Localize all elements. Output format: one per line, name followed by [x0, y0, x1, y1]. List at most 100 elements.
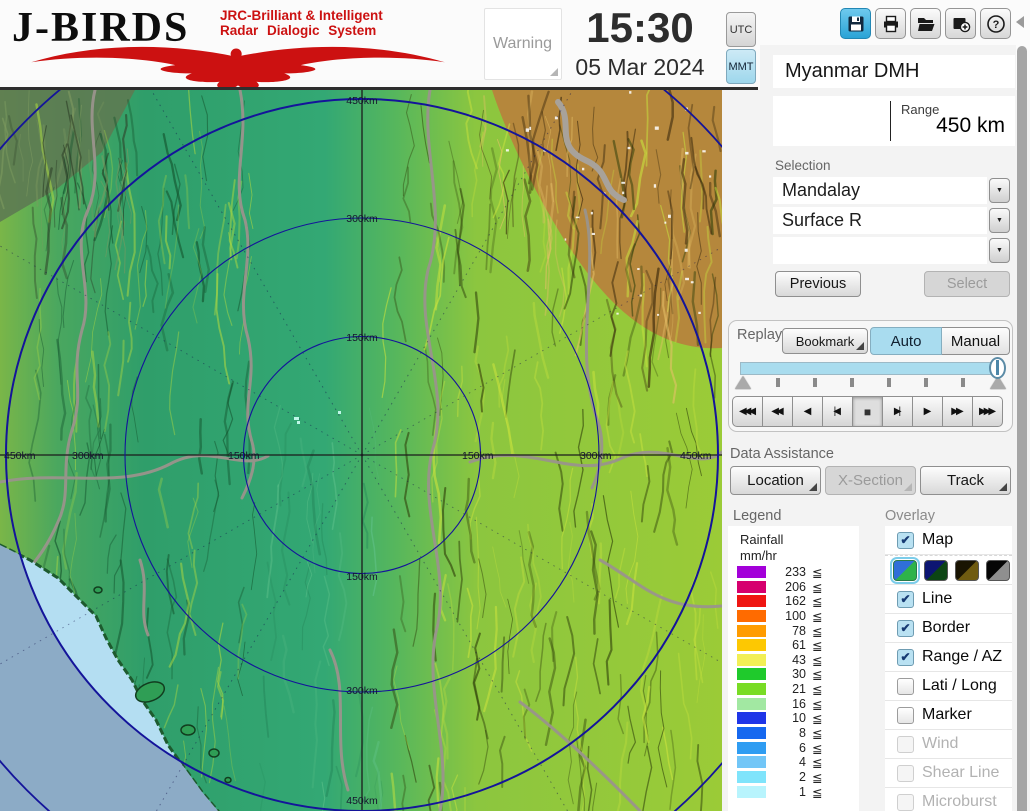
fastest-rewind-button[interactable]: ◀◀◀ [732, 396, 763, 427]
playback-controls: ◀◀◀ ◀◀ ◀ |◀ ■ ▶| ▶ ▶▶ ▶▶▶ [732, 396, 1002, 427]
open-folder-button[interactable] [910, 8, 941, 39]
overlay-item-label: Border [922, 619, 970, 637]
warning-corner-icon [550, 68, 558, 76]
x-section-button[interactable]: X-Section [825, 466, 916, 495]
replay-slider-handle[interactable] [989, 357, 1006, 379]
slider-tick [776, 378, 780, 387]
play-button[interactable]: ▶ [912, 396, 943, 427]
location-button[interactable]: Location [730, 466, 821, 495]
open-folder-icon [916, 14, 936, 34]
svg-text:150km: 150km [346, 571, 378, 583]
legend-operator: ≦ [812, 770, 822, 785]
overlay-item-shear-line[interactable]: ✔ Shear Line [885, 759, 1012, 788]
product-select[interactable]: Surface R [773, 207, 987, 234]
overlay-item-microburst[interactable]: ✔Microburst [885, 788, 1012, 811]
overlay-item-wind[interactable]: ✔Wind [885, 730, 1012, 759]
legend-value: 100 [768, 609, 806, 623]
panel-collapse-icon[interactable] [1016, 16, 1024, 28]
svg-text:300km: 300km [346, 685, 378, 697]
overlay-label: Overlay [885, 508, 935, 524]
legend-operator: ≦ [812, 726, 822, 741]
legend-swatch [737, 566, 766, 578]
checkbox-icon[interactable]: ✔ [897, 736, 914, 753]
legend-unit-line1: Rainfall [740, 532, 783, 548]
step-back-button[interactable]: |◀ [822, 396, 853, 427]
overlay-item-label: Shear Line [922, 764, 999, 782]
overlay-item-lati-long[interactable]: ✔Lati / Long [885, 672, 1012, 701]
map-style-black-gray[interactable] [986, 560, 1010, 581]
slider-tick [961, 378, 965, 387]
overlay-item-border[interactable]: ✔ Border [885, 614, 1012, 643]
extra-select[interactable] [773, 237, 987, 264]
radar-map[interactable]: 450km 300km 150km 150km 300km 450km 450k… [0, 90, 722, 811]
replay-slider-track[interactable] [740, 362, 1002, 375]
stop-button[interactable]: ■ [852, 396, 883, 427]
print-button[interactable] [875, 8, 906, 39]
map-style-blue-green[interactable] [893, 560, 917, 581]
legend-operator: ≦ [812, 594, 822, 609]
mmt-button[interactable]: MMT [726, 49, 756, 84]
replay-range-start-marker[interactable] [735, 376, 751, 389]
checkbox-icon[interactable]: ✔ [897, 794, 914, 811]
legend-value: 21 [768, 682, 806, 696]
checkbox-icon[interactable]: ✔ [897, 532, 914, 549]
legend-row: 30≦ [728, 667, 859, 682]
checkbox-icon[interactable]: ✔ [897, 620, 914, 637]
slider-tick [924, 378, 928, 387]
location-label: Location [747, 472, 804, 489]
toolbar: ? [840, 8, 1011, 39]
legend-row: 10≦ [728, 711, 859, 726]
auto-mode-button[interactable]: Auto [870, 327, 942, 355]
warning-button[interactable]: Warning [484, 8, 562, 80]
help-button[interactable]: ? [980, 8, 1011, 39]
checkbox-icon[interactable]: ✔ [897, 707, 914, 724]
svg-text:300km: 300km [580, 450, 612, 462]
step-forward-button[interactable]: ▶| [882, 396, 913, 427]
legend-unit: Rainfall mm/hr [740, 532, 783, 564]
checkbox-icon[interactable]: ✔ [897, 591, 914, 608]
product-select-arrow[interactable]: ▼ [989, 208, 1010, 233]
x-section-label: X-Section [838, 472, 903, 489]
legend-value: 30 [768, 667, 806, 681]
site-select[interactable]: Mandalay [773, 177, 987, 204]
bookmark-label: Bookmark [796, 334, 855, 349]
overlay-item-map[interactable]: ✔Map [885, 526, 1012, 555]
map-style-navy-darkgreen[interactable] [924, 560, 948, 581]
site-select-arrow[interactable]: ▼ [989, 178, 1010, 203]
overlay-item-label: Line [922, 590, 952, 608]
bookmark-button[interactable]: Bookmark [782, 328, 868, 354]
legend-value: 6 [768, 741, 806, 755]
overlay-item-range-az[interactable]: ✔Range / AZ [885, 643, 1012, 672]
fastest-forward-button[interactable]: ▶▶▶ [972, 396, 1003, 427]
play-reverse-button[interactable]: ◀ [792, 396, 823, 427]
overlay-item-line[interactable]: ✔ Line [885, 585, 1012, 614]
checkbox-icon[interactable]: ✔ [897, 649, 914, 666]
panel-scrollbar[interactable] [1017, 46, 1027, 811]
bookmark-corner-icon [856, 342, 864, 350]
svg-text:150km: 150km [346, 332, 378, 344]
image-capture-button[interactable] [945, 8, 976, 39]
extra-select-arrow[interactable]: ▼ [989, 238, 1010, 263]
select-button[interactable]: Select [924, 271, 1010, 297]
legend-row: 8≦ [728, 726, 859, 741]
save-button[interactable] [840, 8, 871, 39]
legend-swatch [737, 727, 766, 739]
track-button[interactable]: Track [920, 466, 1011, 495]
checkbox-icon[interactable]: ✔ [897, 765, 914, 782]
overlay-item-marker[interactable]: ✔Marker [885, 701, 1012, 730]
manual-mode-button[interactable]: Manual [942, 327, 1010, 355]
slider-tick [887, 378, 891, 387]
legend-swatch [737, 610, 766, 622]
fast-forward-button[interactable]: ▶▶ [942, 396, 973, 427]
rainfall-legend: Rainfall mm/hr 233≦206≦162≦100≦78≦61≦43≦… [728, 526, 859, 811]
clock: 15:30 05 Mar 2024 [560, 4, 720, 82]
fast-rewind-button[interactable]: ◀◀ [762, 396, 793, 427]
legend-value: 2 [768, 770, 806, 784]
eagle-logo-icon [10, 42, 466, 90]
checkbox-icon[interactable]: ✔ [897, 678, 914, 695]
utc-button[interactable]: UTC [726, 12, 756, 47]
previous-button[interactable]: Previous [775, 271, 861, 297]
map-style-black-olive[interactable] [955, 560, 979, 581]
range-value: 450 km [936, 114, 1005, 138]
legend-value: 8 [768, 726, 806, 740]
